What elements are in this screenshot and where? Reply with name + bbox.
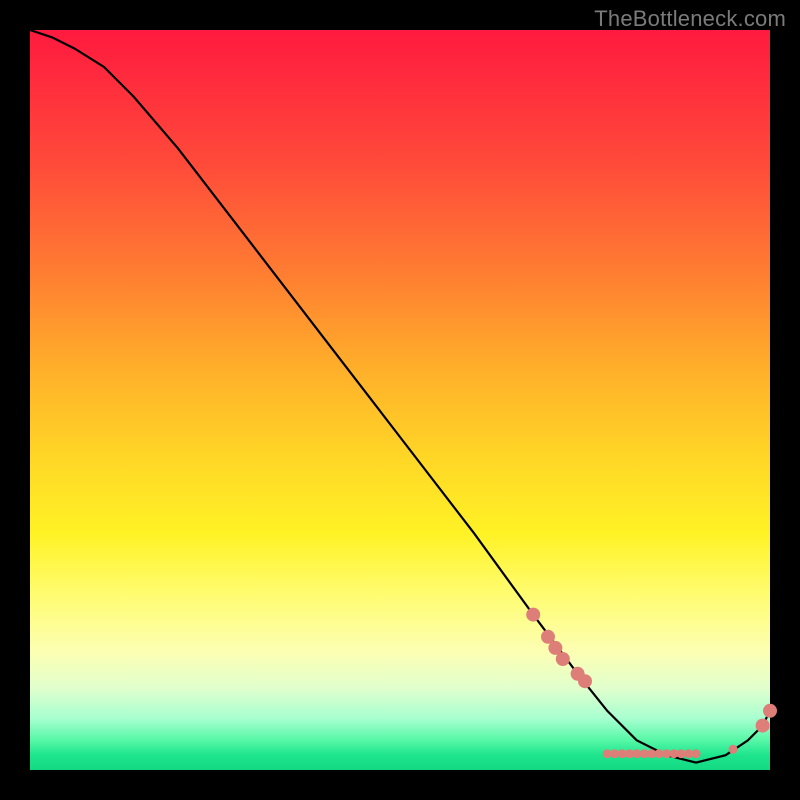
curve-marker <box>618 750 626 758</box>
curve-marker <box>640 750 648 758</box>
watermark-text: TheBottleneck.com <box>594 6 786 32</box>
curve-marker <box>633 750 641 758</box>
curve-marker <box>603 750 611 758</box>
curve-marker <box>685 750 693 758</box>
curve-marker <box>542 630 555 643</box>
curve-marker <box>527 608 540 621</box>
curve-marker <box>611 750 619 758</box>
plot-area <box>30 30 770 770</box>
chart-stage: TheBottleneck.com <box>0 0 800 800</box>
curve-marker <box>692 750 700 758</box>
curve-marker <box>729 745 737 753</box>
curve-marker <box>670 750 678 758</box>
curve-marker <box>655 750 663 758</box>
curve-marker <box>764 704 777 717</box>
curve-marker <box>662 750 670 758</box>
curve-marker <box>549 641 562 654</box>
curve-marker <box>648 750 656 758</box>
curve-marker <box>579 675 592 688</box>
curve-marker <box>677 750 685 758</box>
curve-marker <box>756 719 769 732</box>
bottleneck-curve <box>30 30 770 770</box>
curve-marker <box>625 750 633 758</box>
curve-marker <box>556 653 569 666</box>
